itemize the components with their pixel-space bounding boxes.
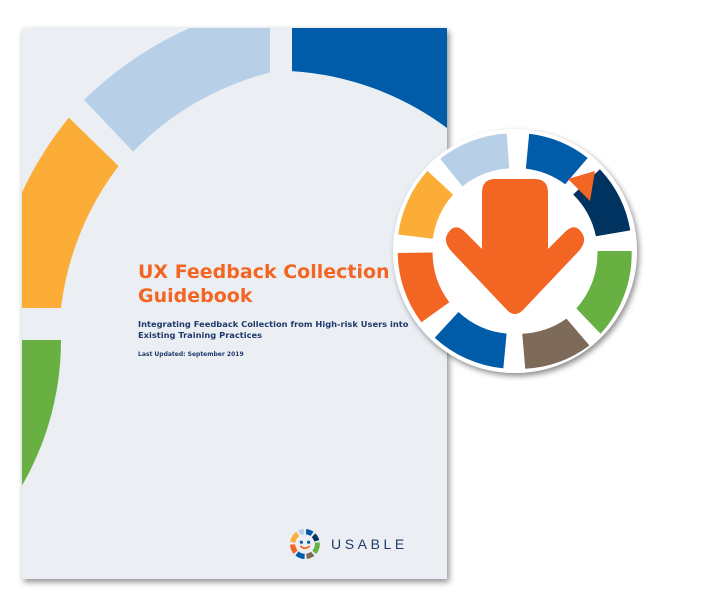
logo-ring-segment-orange <box>290 544 298 554</box>
arc-segment-green <box>22 340 62 486</box>
logo-eye-right <box>307 540 311 544</box>
logo-ring-segment-green <box>312 542 320 555</box>
usable-smiley-ring-icon <box>290 529 320 559</box>
download-arrow-icon <box>393 129 637 373</box>
usable-logo: USABLE <box>288 527 408 561</box>
brand-name: USABLE <box>331 536 408 552</box>
logo-ring-segment-navy <box>311 533 320 542</box>
logo-ring-segment-lightblue <box>298 529 305 536</box>
logo-smile <box>299 545 311 550</box>
guidebook-cover: UX Feedback Collection Guidebook Integra… <box>22 28 447 579</box>
arc-segment-lightblue <box>84 28 270 152</box>
logo-ring-segment-blue-top <box>305 529 314 537</box>
logo-eye-left <box>299 540 303 544</box>
logo-ring-segment-blue-bottom <box>295 551 305 559</box>
arc-segment-blue <box>292 28 447 128</box>
arc-segment-orange-band <box>22 117 119 308</box>
logo-ring-segment-yellow <box>290 531 300 543</box>
logo-ring-segment-brown <box>306 551 315 559</box>
